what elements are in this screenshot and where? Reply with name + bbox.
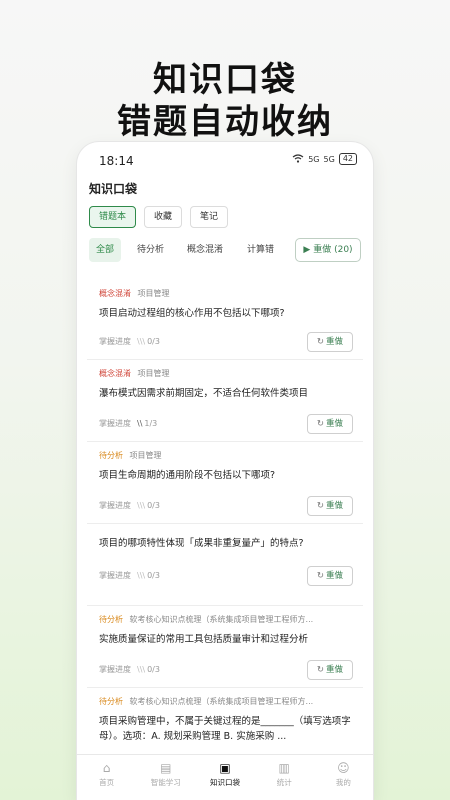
person-icon: ☺ [337,761,350,775]
tab-pending[interactable]: 待分析 [137,238,164,262]
tab-concept-confusion[interactable]: 概念混淆 [187,238,223,262]
filter-tabs: 全部 待分析 概念混淆 计算错 ▶ 重做 (20) [89,238,361,262]
progress-value: 1/3 [144,419,158,428]
segment-wrongbook[interactable]: 错题本 [89,206,137,228]
progress-value: 0/3 [147,501,160,510]
phone-screen: 18:14 5G 5G 42 知识口袋 错题本 收藏 笔记 全部 待分析 概念混… [77,142,373,800]
home-icon: ⌂ [102,761,111,775]
tag-label: 待分析 [99,697,123,706]
list-item[interactable]: 待分析 项目管理 项目生命周期的通用阶段不包括以下哪项? 掌握进度 \\\ 0/3 … [87,442,363,524]
question-text: 项目的哪项特性体现「成果非重复量产」的特点? [99,538,304,549]
refresh-icon: ↻ [316,419,325,429]
tag-label: 待分析 [99,451,123,460]
segment-notes[interactable]: 笔记 [190,206,229,228]
list-item[interactable]: 项目的哪项特性体现「成果非重复量产」的特点? 掌握进度 \\\ 0/3 ↻ 重做 [87,524,363,606]
progress-value: 0/3 [147,665,160,674]
progress-value: 0/3 [147,337,160,346]
progress-bars-icon: \\\ [137,501,146,510]
nav-stats[interactable]: ▥ 统计 [255,755,314,800]
book-icon: ▤ [160,761,172,775]
question-text: 实施质量保证的常用工具包括质量审计和过程分析 [99,634,309,645]
signal-icon: 5G [308,154,320,164]
tag-label: 待分析 [99,615,123,624]
progress-value: 0/3 [147,571,160,580]
subject-label: 项目管理 [137,289,170,298]
progress-label: 掌握进度 [99,419,131,428]
redo-button[interactable]: ↻ 重做 [307,414,353,434]
subject-label: 软考核心知识点梳理（系统集成项目管理工程师方... [129,697,314,706]
list-item[interactable]: 概念混淆 项目管理 瀑布模式因需求前期固定，不适合任何软件类项目 掌握进度 \\ 1… [87,360,363,442]
subject-label: 项目管理 [129,451,162,460]
segment-switch: 错题本 收藏 笔记 [89,206,229,228]
chart-icon: ▥ [278,761,290,775]
list-item[interactable]: 待分析 软考核心知识点梳理（系统集成项目管理工程师方... 实施质量保证的常用工… [87,606,363,688]
list-item[interactable]: 待分析 软考核心知识点梳理（系统集成项目管理工程师方... 项目采购管理中，不属… [87,688,363,750]
bookmark-icon: ▣ [219,761,231,775]
redo-all-button[interactable]: ▶ 重做 (20) [295,238,361,262]
bottom-nav: ⌂ 首页 ▤ 智能学习 ▣ 知识口袋 ▥ 统计 ☺ 我的 [77,754,373,800]
battery-icon: 42 [338,153,357,165]
redo-button[interactable]: ↻ 重做 [307,496,353,516]
wrong-question-list: 概念混淆 项目管理 项目启动过程组的核心作用不包括以下哪项? 掌握进度 \\\ 0/… [87,270,363,750]
tag-label: 概念混淆 [99,289,131,298]
tag-label: 概念混淆 [99,369,131,378]
nav-knowledge-pocket[interactable]: ▣ 知识口袋 [195,755,254,800]
progress-bars-icon: \\\ [137,337,146,346]
question-text: 项目生命周期的通用阶段不包括以下哪项? [99,470,276,481]
refresh-icon: ↻ [316,337,325,347]
question-text: 项目启动过程组的核心作用不包括以下哪项? [99,308,285,319]
promo-headline-2: 错题自动收纳 [117,102,333,142]
refresh-icon: ↻ [316,501,325,511]
progress-bars-icon: \\ [137,419,143,428]
refresh-icon: ↻ [316,571,325,581]
tab-calc-error[interactable]: 计算错 [247,238,285,262]
refresh-icon: ↻ [316,665,325,675]
question-text: 瀑布模式因需求前期固定，不适合任何软件类项目 [99,388,309,399]
segment-favorites[interactable]: 收藏 [144,206,183,228]
nav-smart-learning[interactable]: ▤ 智能学习 [136,755,195,800]
page-title: 知识口袋 [89,182,138,196]
nav-profile[interactable]: ☺ 我的 [314,755,373,800]
redo-button[interactable]: ↻ 重做 [307,660,353,680]
progress-label: 掌握进度 [99,665,131,674]
progress-bars-icon: \\\ [137,571,146,580]
signal-icon-2: 5G [323,154,335,164]
progress-label: 掌握进度 [99,337,131,346]
nav-home[interactable]: ⌂ 首页 [77,755,136,800]
tab-all[interactable]: 全部 [89,238,122,262]
wifi-icon [292,153,304,165]
redo-button[interactable]: ↻ 重做 [307,332,353,352]
play-icon: ▶ [303,245,311,255]
progress-bars-icon: \\\ [137,665,146,674]
redo-button[interactable]: ↻ 重做 [307,566,353,586]
progress-label: 掌握进度 [99,571,131,580]
subject-label: 软考核心知识点梳理（系统集成项目管理工程师方... [129,615,314,624]
list-item[interactable]: 概念混淆 项目管理 项目启动过程组的核心作用不包括以下哪项? 掌握进度 \\\ 0/… [87,280,363,360]
progress-label: 掌握进度 [99,501,131,510]
question-text: 项目采购管理中，不属于关键过程的是_______（填写选项字母）。选项：A. 规… [99,716,351,742]
status-bar: 18:14 5G 5G 42 [77,142,373,180]
status-time: 18:14 [99,154,134,168]
subject-label: 项目管理 [137,369,170,378]
